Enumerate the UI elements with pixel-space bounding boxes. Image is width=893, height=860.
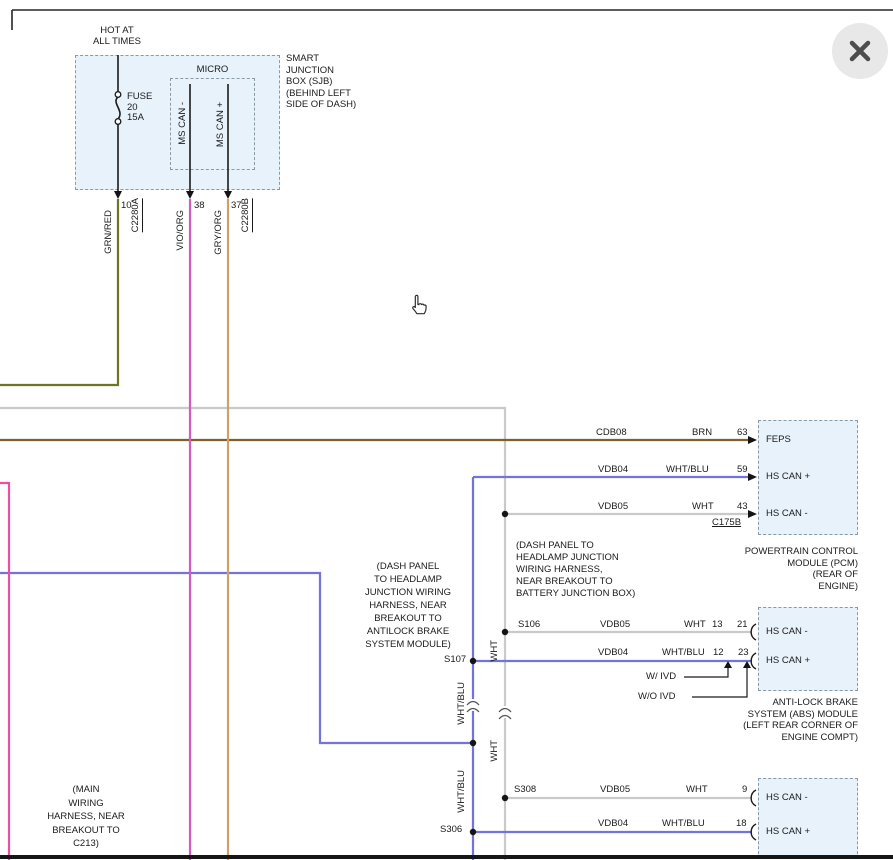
fuse-label: FUSE 20 15A xyxy=(127,92,152,124)
note-abs-harness: (DASH PANEL TO HEADLAMP JUNCTION WIRING … xyxy=(352,560,464,651)
c213-pin-hs-can-minus: HS CAN - xyxy=(766,792,808,803)
pcm-pin-arrow-can-minus xyxy=(748,510,757,518)
fuse-terminal-bottom xyxy=(115,119,121,125)
pcm-pin-arrow-can-plus xyxy=(748,473,757,481)
pin-label-43: 43 xyxy=(737,501,748,512)
fuse-element xyxy=(116,97,120,119)
wire-color-label-wht-pcm: WHT xyxy=(692,501,714,512)
pcm-pin-hs-can-plus: HS CAN + xyxy=(766,471,810,482)
sjb-exit-arrow-2 xyxy=(186,191,194,199)
run-label-whtblu-lower: WHT/BLU xyxy=(456,770,467,813)
sjb-exit-arrow-1 xyxy=(114,191,122,199)
circuit-label-vdb04-abs: VDB04 xyxy=(598,647,628,658)
with-ivd-leader xyxy=(684,667,728,677)
wiring-diagram-canvas[interactable]: HOT AT ALL TIMES FUSE 20 15A MICRO MS CA… xyxy=(0,0,893,860)
pin-label-12: 12 xyxy=(713,647,724,658)
ms-can-minus-label: MS CAN - xyxy=(177,102,188,145)
splice-label-s106: S106 xyxy=(518,619,540,630)
splice-dot-s107 xyxy=(470,658,476,664)
circuit-label-vdb04-pcm: VDB04 xyxy=(598,464,628,475)
splice-label-s107: S107 xyxy=(444,654,466,665)
pin-label-23: 23 xyxy=(738,647,749,658)
wire-color-label-wht-c213: WHT xyxy=(686,784,708,795)
splice-label-s306: S306 xyxy=(440,824,462,835)
note-bjb-harness: (DASH PANEL TO HEADLAMP JUNCTION WIRING … xyxy=(516,540,635,600)
wire-color-label-brn: BRN xyxy=(692,427,712,438)
micro-label: MICRO xyxy=(170,64,255,75)
abs-caption: ANTI-LOCK BRAKE SYSTEM (ABS) MODULE (LEF… xyxy=(700,697,858,743)
pcm-pin-arrow-feps xyxy=(748,436,757,444)
wire-color-label-wht-abs: WHT xyxy=(684,619,706,630)
sjb-caption: SMART JUNCTION BOX (SJB) (BEHIND LEFT SI… xyxy=(286,53,356,111)
wire-color-label-vio-org: VIO/ORG xyxy=(175,210,186,251)
pcm-pin-feps: FEPS xyxy=(766,434,791,445)
close-icon xyxy=(832,23,888,79)
with-ivd-label: W/ IVD xyxy=(646,671,676,682)
splice-dot-s306 xyxy=(470,829,476,835)
pin-label-21: 21 xyxy=(737,619,748,630)
splice-label-s308: S308 xyxy=(514,784,536,795)
hand-cursor-icon xyxy=(406,292,432,325)
without-ivd-leader xyxy=(692,667,747,697)
wire-color-label-whtblu-abs: WHT/BLU xyxy=(662,647,705,658)
diagram-border-bottom xyxy=(0,855,893,859)
wire-pink-left xyxy=(0,483,9,860)
c213-pin-hs-can-plus: HS CAN + xyxy=(766,826,810,837)
pin-label-18: 18 xyxy=(736,818,747,829)
pin-label-59: 59 xyxy=(737,464,748,475)
sjb-exit-arrow-3 xyxy=(224,191,232,199)
wire-break-gap-wht xyxy=(499,706,511,718)
hot-at-all-times-label: HOT AT ALL TIMES xyxy=(84,25,150,47)
circuit-label-vdb05-abs: VDB05 xyxy=(600,619,630,630)
without-ivd-label: W/O IVD xyxy=(638,691,675,702)
ms-can-plus-label: MS CAN + xyxy=(215,102,226,147)
pcm-pin-hs-can-minus: HS CAN - xyxy=(766,508,808,519)
junction-dot-pcm-can-minus xyxy=(502,511,508,517)
wire-color-label-whtblu-pcm: WHT/BLU xyxy=(666,464,709,475)
run-label-wht-lower: WHT xyxy=(489,740,500,762)
circuit-label-vdb05-c213: VDB05 xyxy=(600,784,630,795)
wire-color-label-whtblu-c213: WHT/BLU xyxy=(662,818,705,829)
wire-break-gap-whtblu xyxy=(467,699,479,711)
splice-dot-s106 xyxy=(502,629,508,635)
note-main-harness: (MAIN WIRING HARNESS, NEAR BREAKOUT TO C… xyxy=(28,783,144,851)
pin-label-38: 38 xyxy=(194,200,205,211)
wire-color-label-gry-org: GRY/ORG xyxy=(213,210,224,255)
wire-color-label-grn-red: GRN/RED xyxy=(103,210,114,254)
wire-grn-red xyxy=(0,199,118,385)
run-label-whtblu-upper: WHT/BLU xyxy=(456,682,467,725)
run-label-wht-upper: WHT xyxy=(489,640,500,662)
fuse-terminal-top xyxy=(115,92,121,98)
connector-label-c2280b: C2280B xyxy=(240,198,253,232)
abs-pin-hs-can-minus: HS CAN - xyxy=(766,626,808,637)
connector-label-c2280a: C2280A xyxy=(130,198,143,232)
close-button[interactable] xyxy=(832,23,888,79)
pin-label-13: 13 xyxy=(712,619,723,630)
circuit-label-vdb04-c213: VDB04 xyxy=(598,818,628,829)
circuit-label-vdb05-pcm: VDB05 xyxy=(598,501,628,512)
pin-label-9: 9 xyxy=(742,784,747,795)
pcm-caption: POWERTRAIN CONTROL MODULE (PCM) (REAR OF… xyxy=(700,546,858,592)
abs-pin-hs-can-plus: HS CAN + xyxy=(766,655,810,666)
junction-dot-branch xyxy=(470,740,476,746)
pin-label-63: 63 xyxy=(737,427,748,438)
circuit-label-cdb08: CDB08 xyxy=(596,427,627,438)
splice-dot-s308 xyxy=(502,795,508,801)
connector-label-c175b: C175B xyxy=(712,517,741,528)
